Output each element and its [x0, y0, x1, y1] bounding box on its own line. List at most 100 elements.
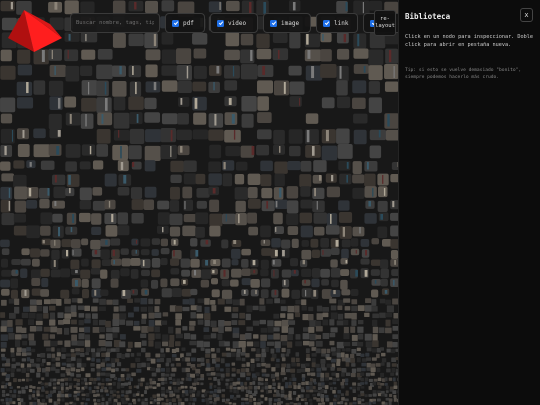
- thumbnail-node: [100, 372, 106, 376]
- thumbnail-node: [36, 326, 43, 332]
- thumbnail-detail: [322, 34, 324, 41]
- thumbnail-node: [64, 389, 69, 393]
- thumbnail-node: [88, 386, 92, 391]
- thumbnail-node: [105, 372, 111, 377]
- thumbnail-detail: [53, 260, 56, 267]
- relayout-button[interactable]: re-layout: [374, 10, 396, 36]
- thumbnail-node: [357, 401, 362, 405]
- thumbnail-node: [205, 358, 210, 364]
- thumbnail-detail: [233, 240, 237, 244]
- thumbnail-mosaic[interactable]: [0, 0, 398, 405]
- thumbnail-node: [188, 377, 192, 382]
- thumbnail-node: [196, 393, 200, 397]
- thumbnail-node: [252, 377, 257, 381]
- thumbnail-node: [97, 398, 101, 402]
- thumbnail-node: [120, 377, 125, 382]
- thumbnail-detail: [195, 250, 199, 257]
- thumbnail-node: [127, 312, 134, 318]
- thumbnail-node: [70, 305, 77, 313]
- thumbnail-node: [341, 368, 347, 373]
- thumbnail-node: [49, 319, 56, 326]
- thumbnail-node: [156, 401, 161, 405]
- thumbnail-node: [100, 382, 105, 386]
- thumbnail-node: [265, 347, 269, 352]
- thumbnail-node: [140, 238, 151, 247]
- close-icon[interactable]: x: [520, 8, 533, 22]
- filter-image[interactable]: image: [263, 13, 311, 33]
- thumbnail-node: [368, 394, 372, 397]
- check-icon[interactable]: [323, 19, 330, 27]
- thumbnail-detail: [120, 162, 124, 170]
- thumbnail-detail: [132, 290, 135, 294]
- thumbnail-node: [141, 319, 147, 325]
- search-input[interactable]: [70, 13, 160, 33]
- thumbnail-node: [276, 390, 280, 394]
- thumbnail-node: [52, 382, 57, 386]
- thumbnail-node: [336, 320, 344, 326]
- thumbnail-detail: [54, 240, 56, 246]
- thumbnail-node: [280, 313, 286, 318]
- thumbnail-node: [193, 48, 207, 59]
- thumbnail-node: [96, 144, 109, 157]
- thumbnail-node: [154, 326, 160, 333]
- filter-pdf[interactable]: pdf: [165, 13, 205, 33]
- thumbnail-node: [260, 341, 266, 349]
- thumbnail-node: [10, 352, 15, 358]
- thumbnail-detail: [250, 50, 253, 61]
- thumbnail-node: [41, 398, 46, 403]
- check-icon[interactable]: [217, 19, 224, 27]
- thumbnail-node: [364, 377, 369, 382]
- thumbnail-node: [338, 160, 351, 171]
- thumbnail-node: [0, 279, 11, 288]
- thumbnail-node: [43, 306, 49, 313]
- thumbnail-node: [366, 357, 372, 361]
- thumbnail-node: [261, 368, 267, 373]
- thumbnail-node: [308, 313, 314, 321]
- thumbnail-node: [92, 298, 99, 303]
- mosaic-canvas[interactable]: [0, 0, 398, 405]
- thumbnail-node: [308, 341, 315, 347]
- check-icon[interactable]: [172, 19, 179, 27]
- thumbnail-node: [388, 401, 392, 405]
- thumbnail-node: [228, 402, 232, 405]
- thumbnail-node: [287, 226, 299, 235]
- thumbnail-node: [0, 97, 16, 113]
- thumbnail-node: [55, 362, 61, 367]
- thumbnail-node: [66, 212, 77, 225]
- thumbnail-node: [134, 341, 142, 348]
- thumbnail-node: [6, 358, 10, 364]
- thumbnail-node: [40, 225, 51, 236]
- thumbnail-node: [200, 362, 205, 366]
- thumbnail-node: [22, 340, 28, 346]
- thumbnail-node: [288, 394, 292, 398]
- thumbnail-node: [301, 377, 305, 382]
- thumbnail-node: [192, 382, 197, 386]
- thumbnail-node: [384, 81, 398, 92]
- thumbnail-node: [377, 385, 382, 389]
- thumbnail-node: [80, 367, 85, 372]
- thumbnail-node: [160, 397, 164, 401]
- thumbnail-node: [221, 394, 225, 398]
- thumbnail-node: [60, 386, 64, 391]
- thumbnail-node: [60, 382, 64, 387]
- thumbnail-node: [312, 393, 316, 397]
- thumbnail-node: [63, 327, 70, 335]
- thumbnail-node: [372, 340, 379, 348]
- thumbnail-node: [253, 397, 257, 401]
- thumbnail-node: [190, 373, 196, 378]
- thumbnail-node: [28, 397, 32, 400]
- thumbnail-node: [182, 225, 196, 237]
- thumbnail-detail: [333, 290, 336, 295]
- thumbnail-node: [51, 363, 56, 368]
- thumbnail-node: [393, 385, 398, 390]
- thumbnail-node: [378, 212, 389, 222]
- thumbnail-node: [343, 326, 349, 334]
- thumbnail-node: [41, 278, 49, 288]
- filter-link[interactable]: link: [316, 13, 358, 33]
- filter-video[interactable]: video: [210, 13, 258, 33]
- thumbnail-node: [324, 394, 329, 398]
- thumbnail-node: [287, 161, 301, 171]
- check-icon[interactable]: [270, 19, 277, 27]
- thumbnail-node: [385, 312, 392, 318]
- thumbnail-node: [350, 248, 360, 256]
